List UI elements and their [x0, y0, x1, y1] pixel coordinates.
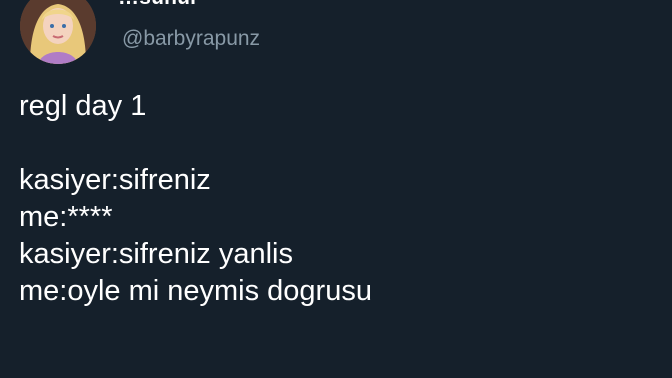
tweet-text-line: kasiyer:sifreniz: [19, 164, 211, 196]
tweet-text-line: regl day 1: [19, 90, 147, 122]
tweet-text-line: [19, 125, 659, 162]
tweet-text-line: me:oyle mi neymis dogrusu: [19, 275, 372, 307]
avatar-icon: [20, 0, 96, 64]
avatar[interactable]: [20, 0, 96, 64]
tweet-text-line: kasiyer:sifreniz yanlis: [19, 238, 293, 270]
tweet-card: …sunur @barbyrapunz regl day 1 kasiyer:s…: [0, 0, 672, 378]
tweet-text-line: me:****: [19, 201, 113, 233]
tweet-text: regl day 1 kasiyer:sifreniz me:**** kasi…: [19, 88, 659, 310]
author-display-name[interactable]: …sunur: [118, 0, 199, 10]
author-handle[interactable]: @barbyrapunz: [122, 27, 260, 51]
